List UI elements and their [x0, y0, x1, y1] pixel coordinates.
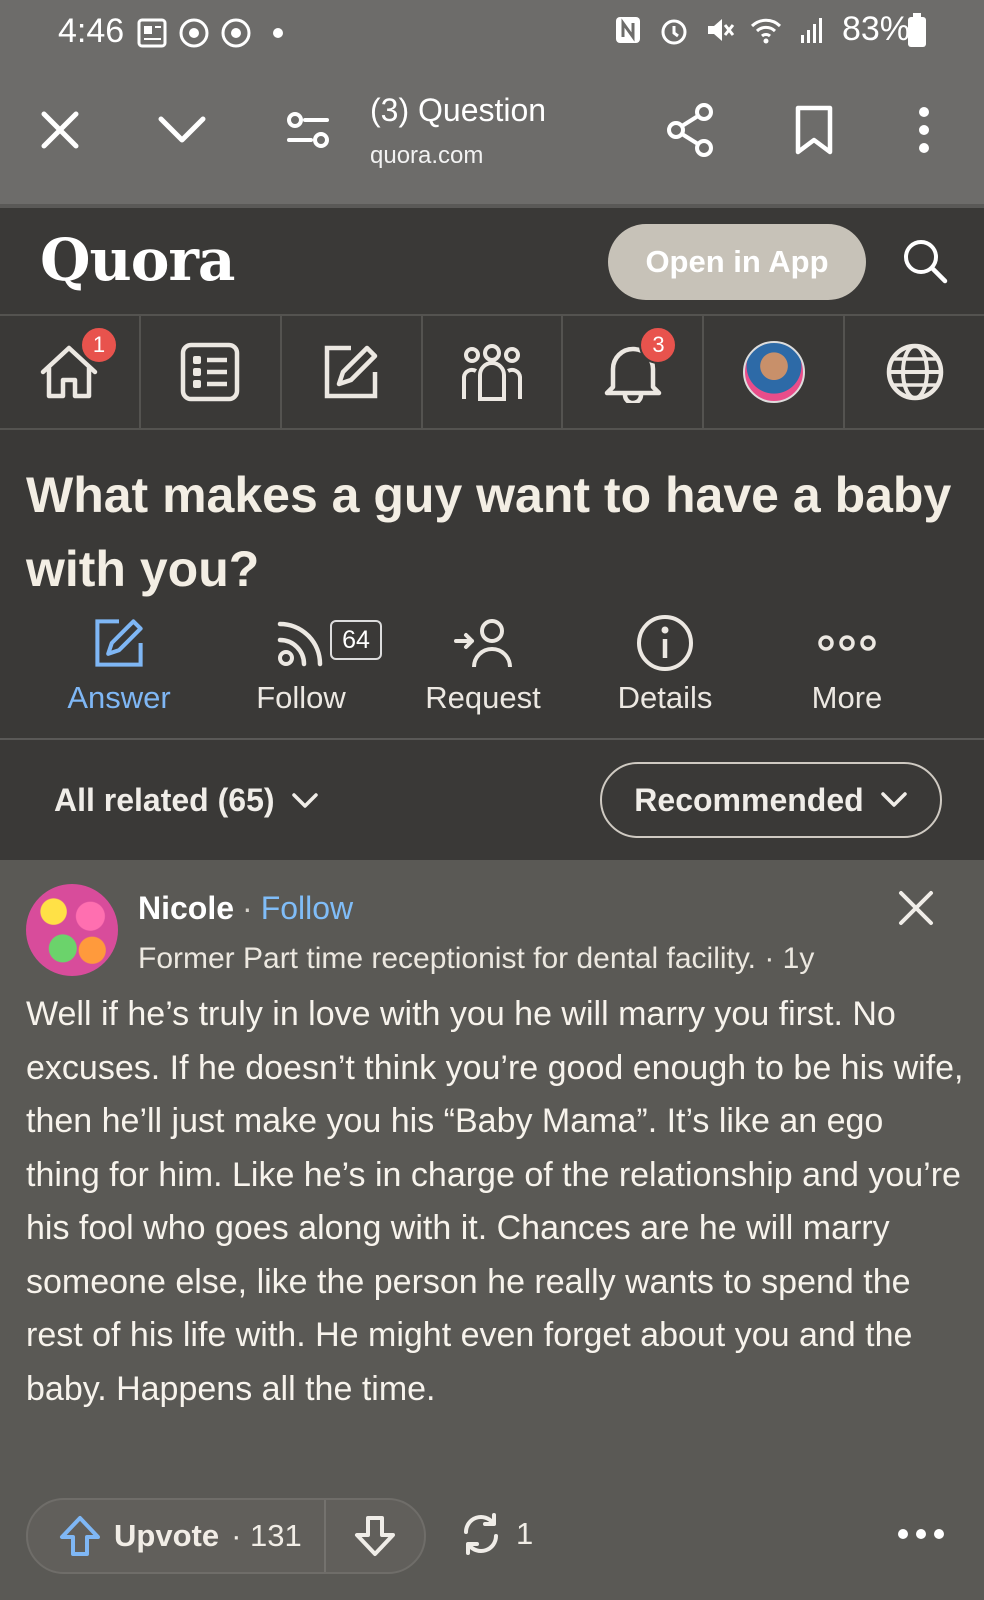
question-title: What makes a guy want to have a baby wit…: [26, 467, 952, 597]
nav-notifications-badge: 3: [639, 326, 678, 364]
more-vert-icon: [919, 107, 929, 153]
dot-icon: [273, 28, 283, 38]
close-icon[interactable]: [896, 888, 936, 928]
more-label: More: [811, 680, 883, 715]
edit-icon: [324, 345, 378, 399]
quora-logo[interactable]: Quora: [40, 226, 236, 294]
question-actions: Answer Follow Request Details More: [0, 610, 984, 730]
quora-header: Quora Open in App: [0, 204, 984, 314]
reshare-button[interactable]: 1: [458, 1512, 533, 1556]
search-icon[interactable]: [900, 236, 950, 286]
status-time: 4:46: [58, 12, 125, 50]
alarm-icon: [661, 19, 687, 44]
follow-label: Follow: [256, 680, 346, 715]
chevron-down-icon: [158, 116, 206, 143]
chrome-icon: [221, 18, 251, 48]
more-horiz-icon: [818, 635, 876, 651]
details-button[interactable]: Details: [572, 610, 758, 716]
upvote-count: · 131: [231, 1518, 302, 1553]
request-label: Request: [425, 680, 541, 715]
main-nav: 1 3: [0, 314, 984, 430]
author-separator: ·: [242, 890, 253, 926]
nav-notifications[interactable]: 3: [563, 316, 705, 428]
upvote-button[interactable]: Upvote · 131: [28, 1500, 326, 1572]
mute-icon: [707, 18, 735, 41]
people-icon: [462, 344, 522, 401]
follow-count-badge: 64: [330, 620, 382, 660]
question-section: What makes a guy want to have a baby wit…: [0, 430, 984, 740]
nav-answer[interactable]: [282, 316, 423, 428]
share-button[interactable]: [658, 98, 722, 162]
sort-label: Recommended: [634, 781, 864, 818]
globe-icon: [886, 343, 943, 401]
answer-label: Answer: [67, 680, 171, 715]
share-icon: [667, 103, 713, 157]
battery-icon: [908, 13, 926, 47]
sort-dropdown[interactable]: Recommended: [600, 762, 942, 838]
vote-controls: Upvote · 131: [26, 1498, 426, 1574]
page-url: quora.com: [370, 142, 484, 169]
answer-text: Well if he’s truly in love with you he w…: [26, 995, 964, 1408]
nav-spaces[interactable]: [423, 316, 564, 428]
answer-card: Nicole · Follow Former Part time recepti…: [0, 860, 984, 1600]
author-avatar[interactable]: [26, 884, 118, 976]
upvote-label: Upvote: [114, 1518, 220, 1553]
nav-home[interactable]: 1: [0, 316, 141, 428]
follow-rss-icon: [277, 621, 323, 667]
reshare-icon: [464, 1513, 498, 1555]
news-icon: [137, 18, 167, 48]
nfc-icon: [615, 16, 640, 43]
edit-icon: [95, 619, 143, 667]
all-related-label: All related (65): [54, 782, 275, 818]
details-label: Details: [617, 680, 713, 715]
more-button[interactable]: More: [754, 610, 940, 716]
tune-icon: [287, 112, 329, 148]
author-line: Nicole · Follow: [138, 890, 353, 927]
status-bar: 4:46 83%: [0, 0, 984, 68]
nav-language[interactable]: [845, 316, 984, 428]
downvote-button[interactable]: [326, 1515, 424, 1557]
minimize-button[interactable]: [150, 98, 214, 162]
site-settings-button[interactable]: [276, 98, 340, 162]
browser-toolbar: (3) Question quora.com: [0, 68, 984, 204]
author-credential: Former Part time receptionist for dental…: [138, 942, 815, 975]
request-button[interactable]: Request: [390, 610, 576, 716]
battery-percent: 83%: [841, 10, 910, 48]
filter-row: All related (65) Recommended: [0, 742, 984, 860]
status-system-icons: 83%: [612, 10, 910, 49]
chevron-down-icon: [291, 792, 318, 808]
profile-avatar: [742, 341, 805, 403]
page-title: (3) Question: [370, 92, 547, 128]
nav-following[interactable]: [141, 316, 282, 428]
bookmark-button[interactable]: [782, 98, 846, 162]
nav-home-badge: 1: [80, 326, 118, 364]
downvote-arrow-icon: [355, 1516, 395, 1556]
author-name[interactable]: Nicole: [138, 890, 234, 927]
menu-button[interactable]: [892, 98, 956, 162]
more-horiz-icon[interactable]: [896, 1514, 946, 1554]
info-icon: [637, 615, 693, 671]
chrome-icon: [179, 18, 209, 48]
reshare-count: 1: [516, 1516, 534, 1551]
bookmark-icon: [795, 105, 833, 155]
status-notification-icons: [136, 16, 294, 50]
nav-profile[interactable]: [704, 316, 846, 428]
list-icon: [181, 342, 240, 402]
all-related-dropdown[interactable]: All related (65): [54, 782, 319, 819]
chevron-down-icon: [880, 792, 907, 807]
follow-author-link[interactable]: Follow: [261, 890, 353, 927]
close-icon: [41, 111, 79, 149]
signal-icon: [800, 17, 822, 43]
upvote-arrow-icon: [60, 1516, 100, 1556]
close-tab-button[interactable]: [28, 98, 92, 162]
request-person-icon: [454, 619, 512, 668]
wifi-icon: [750, 18, 781, 43]
answer-button[interactable]: Answer: [26, 610, 212, 716]
open-in-app-button[interactable]: Open in App: [608, 224, 866, 300]
